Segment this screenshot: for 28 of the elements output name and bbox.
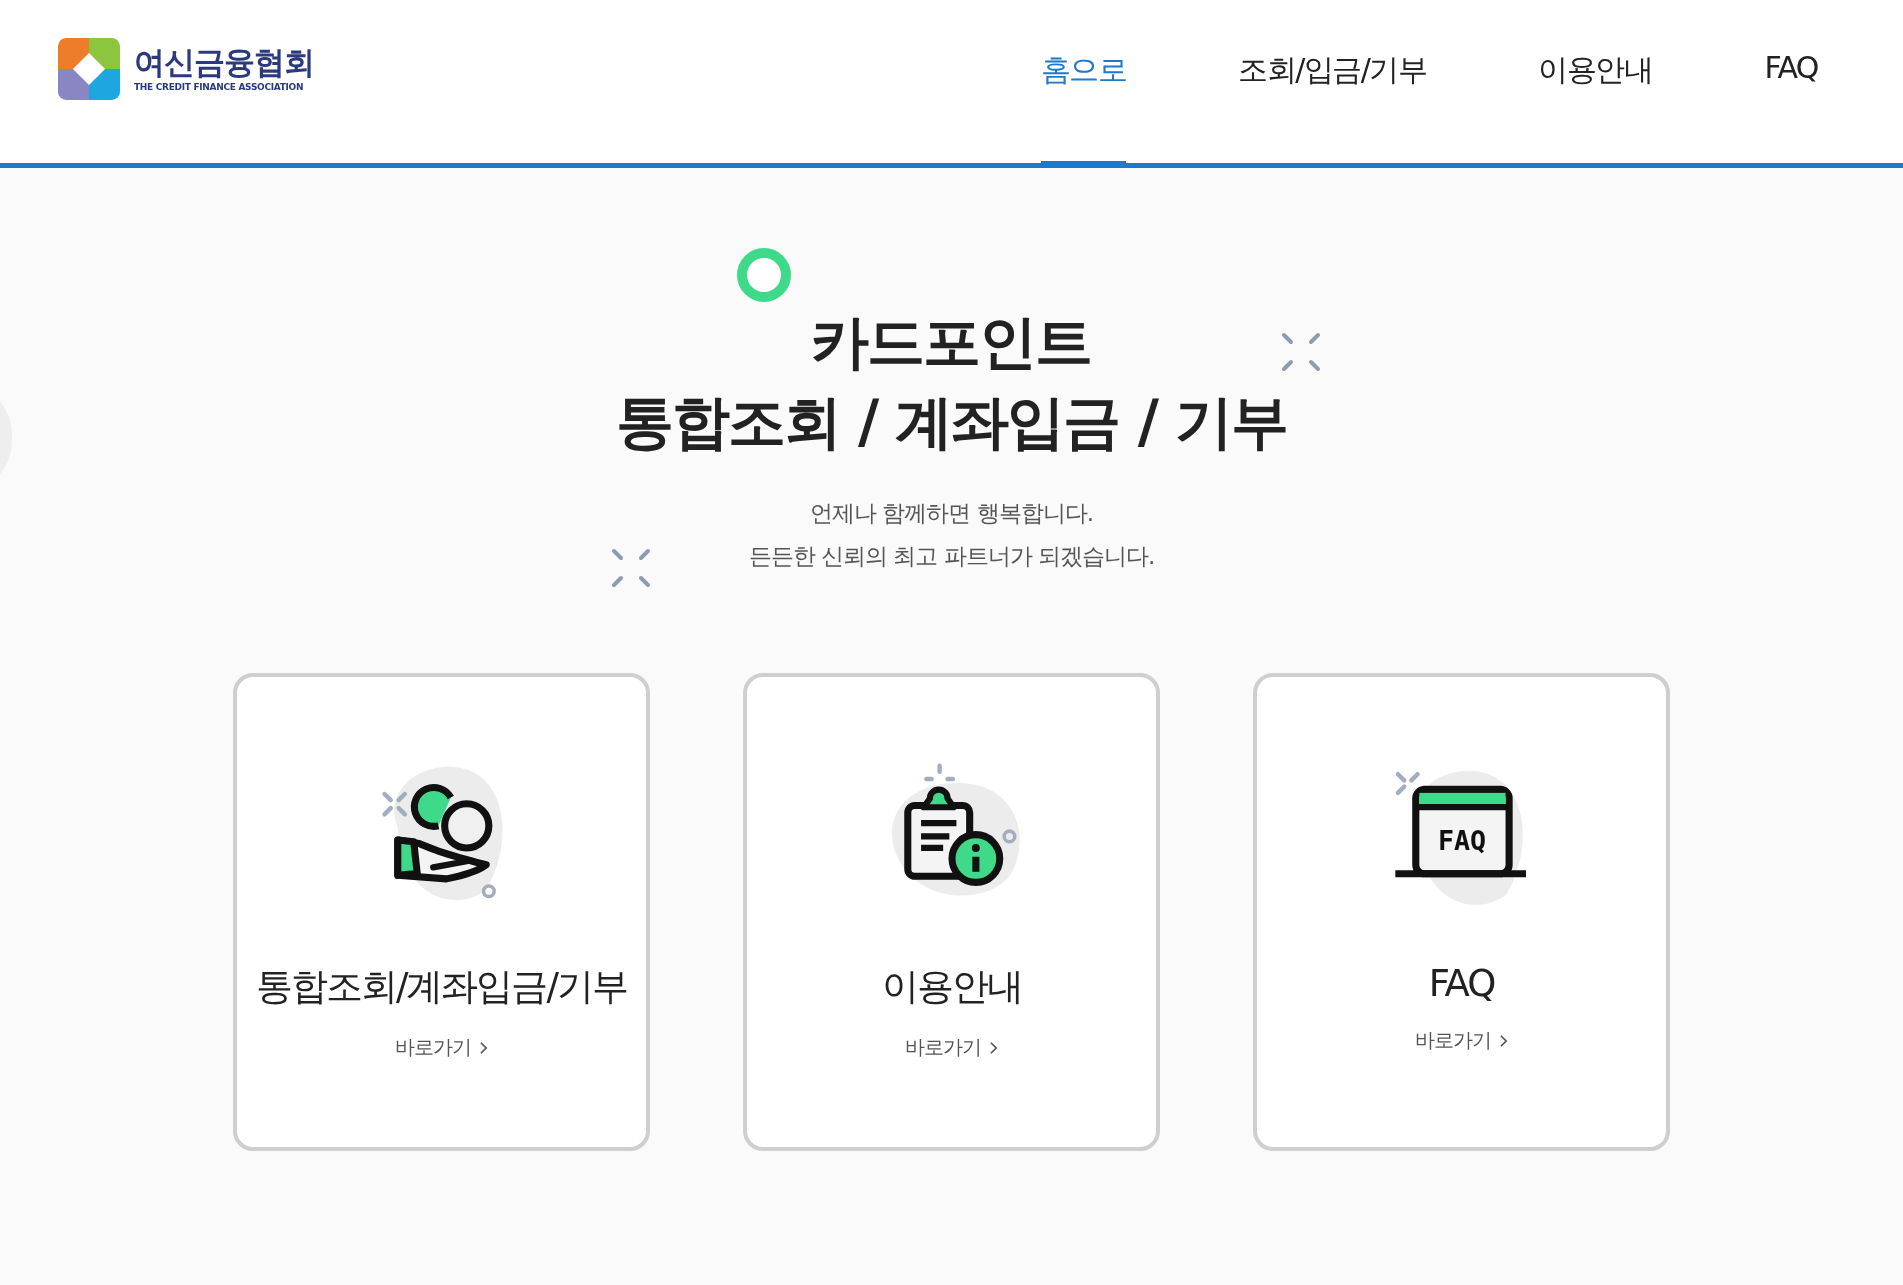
- shortcut-link[interactable]: 바로가기: [1415, 1027, 1508, 1054]
- logo-name: 여신금융협회: [134, 44, 314, 80]
- sparkle-icon: [611, 548, 651, 588]
- shortcut-link[interactable]: 바로가기: [395, 1034, 488, 1061]
- logo-subtitle: THE CREDIT FINANCE ASSOCIATION: [134, 82, 305, 93]
- shortcut-link[interactable]: 바로가기: [905, 1034, 998, 1061]
- chevron-icon: [479, 1040, 488, 1055]
- card-title: 이용안내: [881, 964, 1022, 1010]
- hero-title: 카드포인트: [811, 307, 1092, 378]
- card-title: 통합조회/계좌입금/기부: [256, 964, 627, 1010]
- hero-title: 통합조회 / 계좌입금 / 기부: [615, 387, 1288, 458]
- nav-link[interactable]: 조회/입금/기부: [1238, 0, 1427, 168]
- menu-card[interactable]: FAQ FAQ 바로가기: [1253, 673, 1670, 1151]
- sparkle-icon: [1281, 332, 1321, 372]
- chevron-icon: [1499, 1033, 1508, 1048]
- nav-link[interactable]: 이용안내: [1538, 0, 1653, 168]
- ring-icon: [737, 248, 791, 302]
- hero-subtitle: 든든한 신뢰의 최고 파트너가 되겠습니다.: [748, 542, 1155, 571]
- faq-window-icon: [1394, 770, 1526, 905]
- menu-card[interactable]: 이용안내 바로가기: [743, 673, 1160, 1151]
- logo-icon: [58, 37, 120, 100]
- nav-link[interactable]: FAQ: [1764, 0, 1818, 168]
- chevron-icon: [989, 1040, 998, 1055]
- faq-icon-text: FAQ: [1437, 824, 1486, 856]
- hero-subtitle: 언제나 함께하면 행복합니다.: [810, 499, 1093, 528]
- card-title: FAQ: [1428, 962, 1495, 1005]
- nav-link[interactable]: 홈으로: [1040, 0, 1127, 168]
- menu-card[interactable]: 통합조회/계좌입금/기부 바로가기: [233, 673, 650, 1151]
